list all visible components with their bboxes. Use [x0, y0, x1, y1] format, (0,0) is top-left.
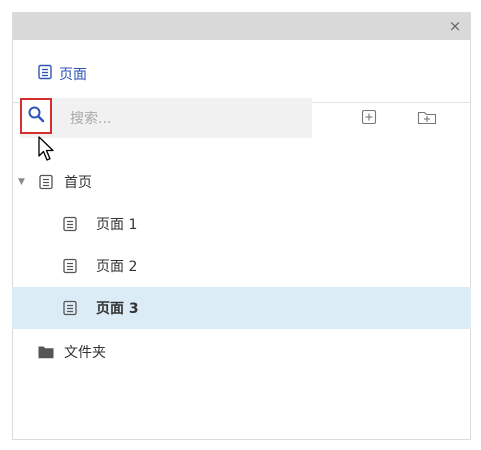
document-icon — [62, 258, 78, 274]
tree-item-home[interactable]: ▼ 首页 — [12, 161, 471, 203]
tree-item-label: 页面 1 — [96, 217, 138, 233]
tree-item-page-1[interactable]: 页面 1 — [12, 203, 471, 245]
document-icon — [38, 174, 54, 190]
tree-item-page-2[interactable]: 页面 2 — [12, 245, 471, 287]
search-icon — [27, 105, 45, 127]
tree-item-label: 首页 — [64, 175, 92, 191]
document-icon — [37, 64, 53, 84]
panel-titlebar: × — [13, 13, 470, 40]
tab-label: 页面 — [59, 67, 87, 83]
tree-item-page-3[interactable]: 页面 3 — [12, 287, 471, 329]
add-page-icon — [361, 109, 377, 129]
caret-down-icon[interactable]: ▼ — [18, 177, 25, 187]
document-icon — [62, 216, 78, 232]
search-input[interactable] — [68, 107, 292, 131]
document-icon — [62, 300, 78, 316]
tab-pages[interactable]: 页面 — [37, 63, 87, 85]
add-page-button[interactable] — [361, 109, 377, 129]
add-folder-icon — [417, 109, 437, 129]
tree-item-folder[interactable]: 文件夹 — [12, 331, 471, 373]
folder-icon — [38, 345, 54, 359]
tree-item-label: 页面 3 — [96, 301, 139, 317]
search-button[interactable] — [20, 98, 52, 134]
search-bar — [20, 98, 312, 138]
tree-item-label: 文件夹 — [64, 345, 106, 361]
close-button[interactable]: × — [446, 17, 464, 35]
add-folder-button[interactable] — [417, 111, 437, 127]
tree-item-label: 页面 2 — [96, 259, 138, 275]
